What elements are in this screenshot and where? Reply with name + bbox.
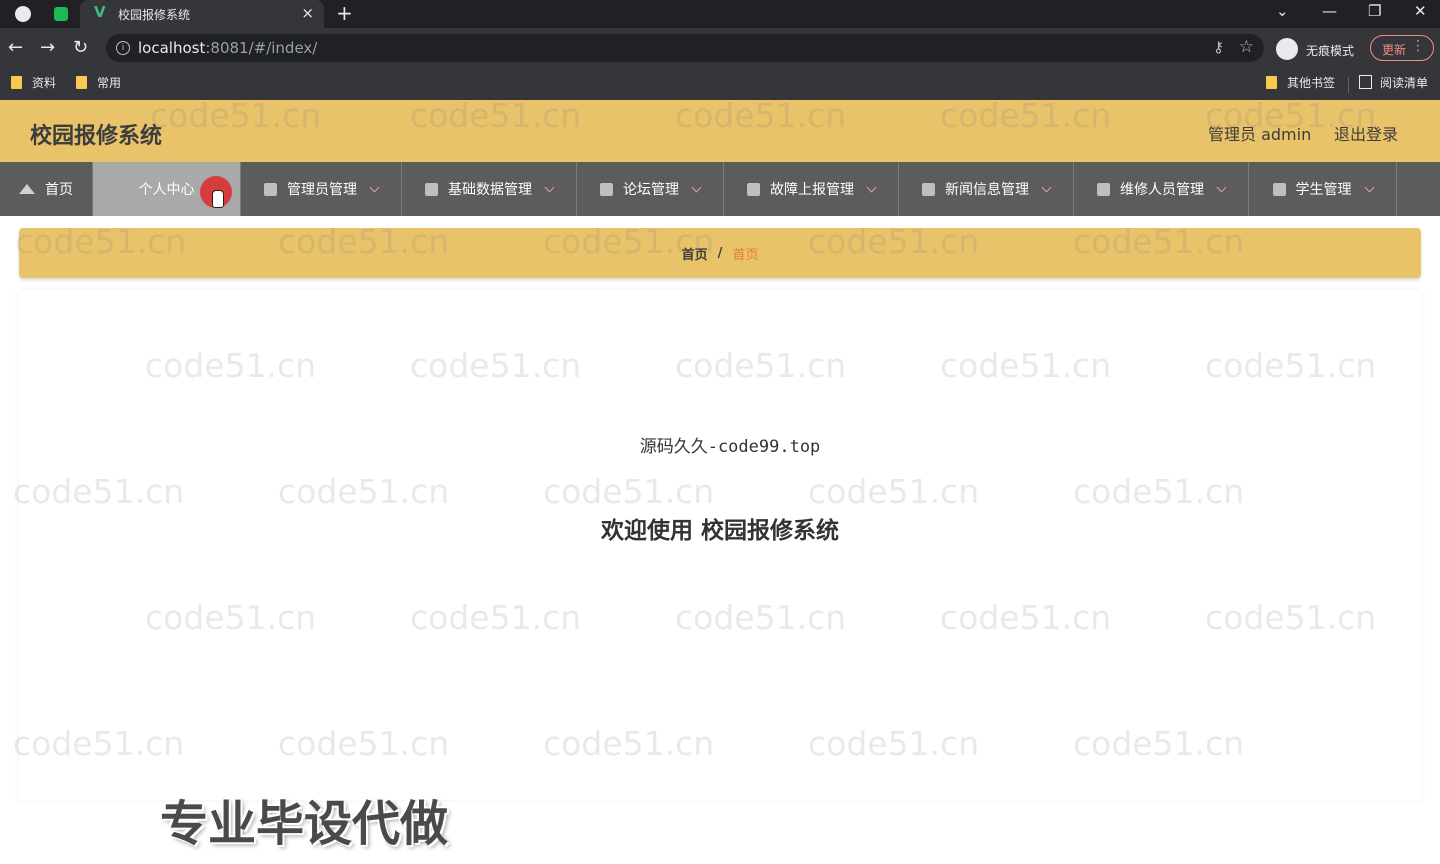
bookmarks-divider xyxy=(1348,77,1349,93)
chevron-down-icon xyxy=(1364,182,1374,192)
chevron-down-icon xyxy=(691,182,702,192)
current-user-label: 管理员 admin xyxy=(1208,125,1312,144)
extension-app-icon[interactable] xyxy=(54,7,68,21)
chevron-down-icon xyxy=(1216,182,1227,192)
breadcrumb: 首页 / 首页 xyxy=(19,228,1421,278)
source-site-text: 源码久久-code99.top xyxy=(639,437,821,457)
logout-link[interactable]: 退出登录 xyxy=(1334,121,1398,145)
menu-item-label: 故障上报管理 xyxy=(770,182,854,198)
vue-favicon-icon: V xyxy=(94,3,106,21)
password-key-icon[interactable]: ⚷ xyxy=(1213,38,1224,56)
update-label: 更新 xyxy=(1382,43,1407,57)
bookmarks-bar: 资料 常用 其他书签 阅读清单 xyxy=(0,68,1440,100)
url-host: localhost xyxy=(138,39,206,57)
chevron-down-icon xyxy=(1041,182,1052,192)
forward-icon[interactable]: → xyxy=(40,37,55,58)
menu-item-label: 维修人员管理 xyxy=(1120,182,1204,198)
browser-tab-active[interactable]: V 校园报修系统 × xyxy=(80,0,324,28)
url-path: :8081/#/index/ xyxy=(205,39,318,57)
folder-icon xyxy=(1266,76,1277,89)
user-icon xyxy=(264,182,277,196)
user-icon xyxy=(747,182,760,196)
site-info-icon[interactable]: i xyxy=(116,41,130,55)
menu-item-label: 学生管理 xyxy=(1295,182,1352,198)
tab-search-icon[interactable]: ⌄ xyxy=(1276,2,1289,20)
menu-item-news[interactable]: 新闻信息管理 xyxy=(899,162,1074,216)
extension-icon[interactable] xyxy=(15,6,31,22)
menu-item-basic-data[interactable]: 基础数据管理 xyxy=(402,162,577,216)
restore-icon[interactable]: ❐ xyxy=(1368,2,1381,20)
menu-item-label: 基础数据管理 xyxy=(448,182,532,198)
bookmark-folder-changyong[interactable]: 常用 xyxy=(76,74,121,91)
breadcrumb-current: 首页 xyxy=(732,247,759,263)
menu-item-label: 新闻信息管理 xyxy=(945,182,1029,198)
bookmark-label: 资料 xyxy=(32,76,57,90)
tab-close-icon[interactable]: × xyxy=(301,4,314,22)
navigation-icon xyxy=(1097,182,1110,196)
student-icon xyxy=(1272,182,1286,196)
app-title: 校园报修系统 xyxy=(30,124,163,149)
menu-item-forum[interactable]: 论坛管理 xyxy=(577,162,724,216)
close-window-icon[interactable]: ✕ xyxy=(1414,2,1427,20)
welcome-message: 欢迎使用 校园报修系统 xyxy=(600,518,839,544)
incognito-icon xyxy=(1276,38,1298,60)
incognito-label: 无痕模式 xyxy=(1306,44,1355,58)
bookmark-label: 常用 xyxy=(97,76,122,90)
folder-icon xyxy=(76,76,87,89)
menu-item-admin-management[interactable]: 管理员管理 xyxy=(241,162,402,216)
menu-item-fault-report[interactable]: 故障上报管理 xyxy=(724,162,899,216)
app-header: 校园报修系统 管理员 admin 退出登录 xyxy=(0,100,1440,162)
menu-item-label: 首页 xyxy=(45,182,73,198)
reading-list-label: 阅读清单 xyxy=(1380,76,1429,90)
browser-tabbar: V 校园报修系统 × + ⌄ — ❐ ✕ xyxy=(0,0,1440,28)
reading-list-icon xyxy=(1359,75,1372,89)
reload-icon[interactable]: ↻ xyxy=(73,37,88,58)
menu-item-label: 论坛管理 xyxy=(623,182,679,198)
home-icon xyxy=(19,184,35,194)
bookmark-folder-ziliao[interactable]: 资料 xyxy=(11,74,56,91)
chevron-down-icon xyxy=(544,182,555,192)
folder-icon xyxy=(11,76,22,89)
menu-item-home[interactable]: 首页 xyxy=(0,162,93,216)
reading-list[interactable]: 阅读清单 xyxy=(1359,74,1428,91)
browser-toolbar: ← → ↻ i localhost:8081/#/index/ ⚷ ☆ xyxy=(0,28,1440,68)
menu-item-label: 个人中心 xyxy=(138,182,195,198)
promo-overlay-text: 专业毕设代做 xyxy=(160,796,449,852)
update-button[interactable]: 更新 ⋮ xyxy=(1370,35,1434,61)
location-icon xyxy=(600,182,613,196)
send-icon xyxy=(922,182,935,196)
more-menu-icon[interactable]: ⋮ xyxy=(1411,38,1425,54)
tab-title: 校园报修系统 xyxy=(118,8,191,22)
list-icon xyxy=(425,182,438,196)
new-tab-button[interactable]: + xyxy=(336,1,353,25)
menu-item-students[interactable]: 学生管理 xyxy=(1249,162,1397,216)
minimize-icon[interactable]: — xyxy=(1322,2,1337,20)
menu-item-repair-staff[interactable]: 维修人员管理 xyxy=(1074,162,1249,216)
address-bar[interactable]: i localhost:8081/#/index/ ⚷ ☆ xyxy=(106,34,1264,62)
main-content-panel xyxy=(19,290,1421,800)
url-text: localhost:8081/#/index/ xyxy=(138,39,317,57)
other-bookmarks-label: 其他书签 xyxy=(1287,76,1336,90)
chevron-down-icon xyxy=(369,182,380,192)
menu-item-label: 管理员管理 xyxy=(287,182,357,198)
back-icon[interactable]: ← xyxy=(8,37,23,58)
other-bookmarks[interactable]: 其他书签 xyxy=(1266,74,1335,91)
bookmark-star-icon[interactable]: ☆ xyxy=(1239,37,1254,57)
breadcrumb-home[interactable]: 首页 xyxy=(682,244,708,263)
chevron-down-icon xyxy=(866,182,877,192)
breadcrumb-separator: / xyxy=(717,245,723,261)
hand-cursor-icon xyxy=(212,190,224,208)
